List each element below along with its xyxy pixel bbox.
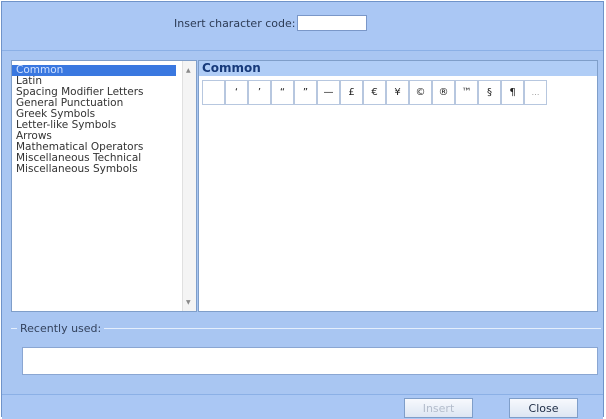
character-cell[interactable]: ¥ <box>386 80 409 105</box>
character-panel: Common ‘’ “” — £ € ¥ © ® ™ § ¶… <box>198 60 598 312</box>
category-items: Common Latin Spacing Modifier Letters Gener… <box>12 61 196 175</box>
character-cell[interactable]: ” <box>294 80 317 105</box>
character-code-row: Insert character code: <box>174 13 368 33</box>
character-cell[interactable] <box>202 80 225 105</box>
scroll-down-icon[interactable]: ▼ <box>186 300 191 306</box>
insert-button[interactable]: Insert <box>404 398 473 418</box>
character-cell[interactable]: “ <box>271 80 294 105</box>
recently-used-box <box>22 347 598 375</box>
character-cell[interactable]: § <box>478 80 501 105</box>
category-list[interactable]: Common Latin Spacing Modifier Letters Gener… <box>11 60 197 312</box>
character-map-dialog: Insert character code: Common Latin Spacin… <box>1 1 604 419</box>
panel-title: Common <box>199 61 597 76</box>
character-cell[interactable]: ¶ <box>501 80 524 105</box>
scroll-up-icon[interactable]: ▲ <box>186 68 191 74</box>
character-cell[interactable]: € <box>363 80 386 105</box>
character-code-input[interactable] <box>297 15 368 31</box>
character-cell[interactable]: ® <box>432 80 455 105</box>
category-scrollbar[interactable]: ▲ ▼ <box>182 61 196 311</box>
character-cell[interactable]: ™ <box>455 80 478 105</box>
character-cell[interactable]: £ <box>340 80 363 105</box>
recently-used-label: Recently used: <box>17 322 105 335</box>
character-cell[interactable]: ‘ <box>225 80 248 105</box>
character-cell[interactable]: © <box>409 80 432 105</box>
recently-used-group: Recently used: <box>11 322 601 380</box>
character-cell[interactable]: … <box>524 80 547 105</box>
character-cell[interactable]: ’ <box>248 80 271 105</box>
character-cell[interactable]: — <box>317 80 340 105</box>
close-button[interactable]: Close <box>509 398 578 418</box>
character-code-label: Insert character code: <box>174 16 296 30</box>
category-item[interactable]: Miscellaneous Symbols <box>12 164 196 175</box>
